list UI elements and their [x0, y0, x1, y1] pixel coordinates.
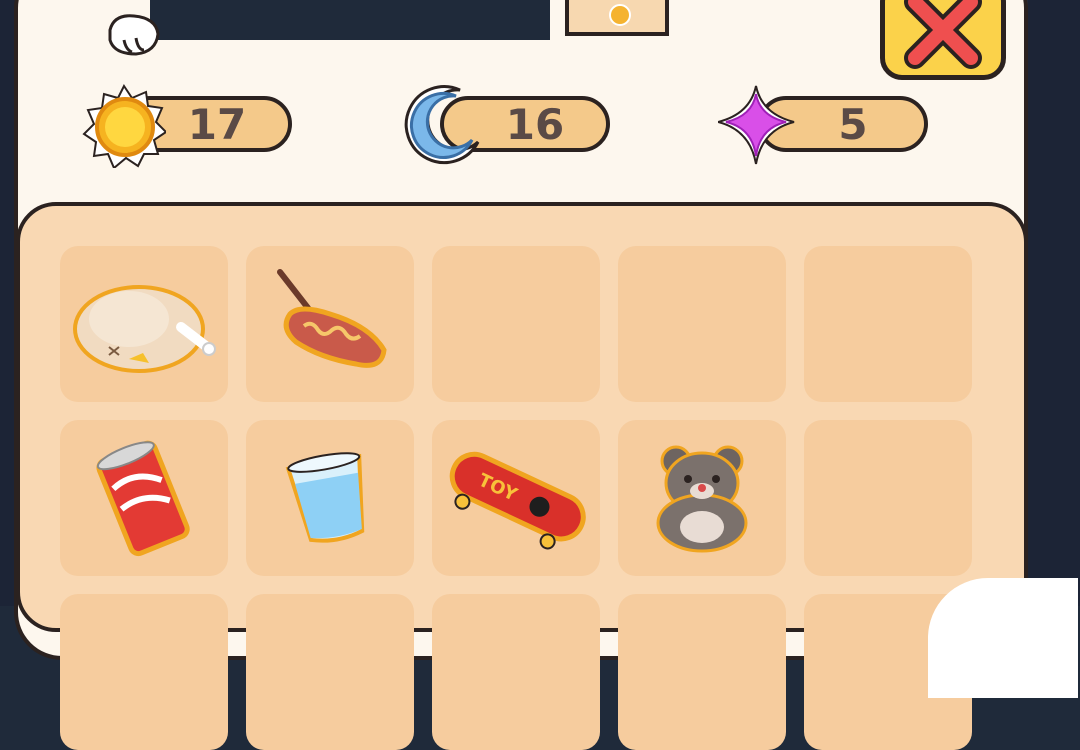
skateboard-icon: TOY	[449, 451, 586, 550]
inventory-slot-empty[interactable]	[246, 594, 414, 750]
soda-can-icon	[96, 440, 190, 557]
sun-icon	[82, 84, 166, 168]
inventory-slot[interactable]	[60, 246, 228, 402]
inventory-slot[interactable]	[60, 420, 228, 576]
inventory-slot-empty[interactable]	[432, 246, 600, 402]
inventory-grid: TOY	[16, 202, 1028, 750]
inventory-slot[interactable]	[246, 420, 414, 576]
star-resource: 5	[718, 85, 968, 165]
inventory-slot[interactable]	[246, 246, 414, 402]
sausage-icon	[277, 269, 387, 368]
inventory-slot[interactable]: TOY	[432, 420, 600, 576]
banner-dot-icon	[609, 4, 631, 26]
inventory-slot-empty[interactable]	[804, 420, 972, 576]
inventory-slot-empty[interactable]	[432, 594, 600, 750]
inventory-slot[interactable]	[618, 420, 786, 576]
close-button[interactable]	[880, 0, 1006, 80]
water-glass-icon	[285, 452, 365, 543]
floating-action-button[interactable]	[928, 578, 1078, 698]
close-icon	[904, 0, 982, 69]
moon-icon	[404, 85, 480, 165]
star-icon	[718, 85, 795, 165]
sun-resource: 17	[82, 84, 332, 168]
top-banner	[565, 0, 669, 36]
moon-resource: 16	[400, 85, 650, 165]
inventory-slot-empty[interactable]	[618, 246, 786, 402]
paw-icon	[108, 14, 160, 56]
roast-chicken-icon	[73, 285, 216, 373]
inventory-slot-empty[interactable]	[618, 594, 786, 750]
inventory-slot-empty[interactable]	[60, 594, 228, 750]
inventory-slot-empty[interactable]	[804, 246, 972, 402]
panel-notch	[150, 0, 550, 40]
teddy-bear-icon	[656, 445, 748, 553]
